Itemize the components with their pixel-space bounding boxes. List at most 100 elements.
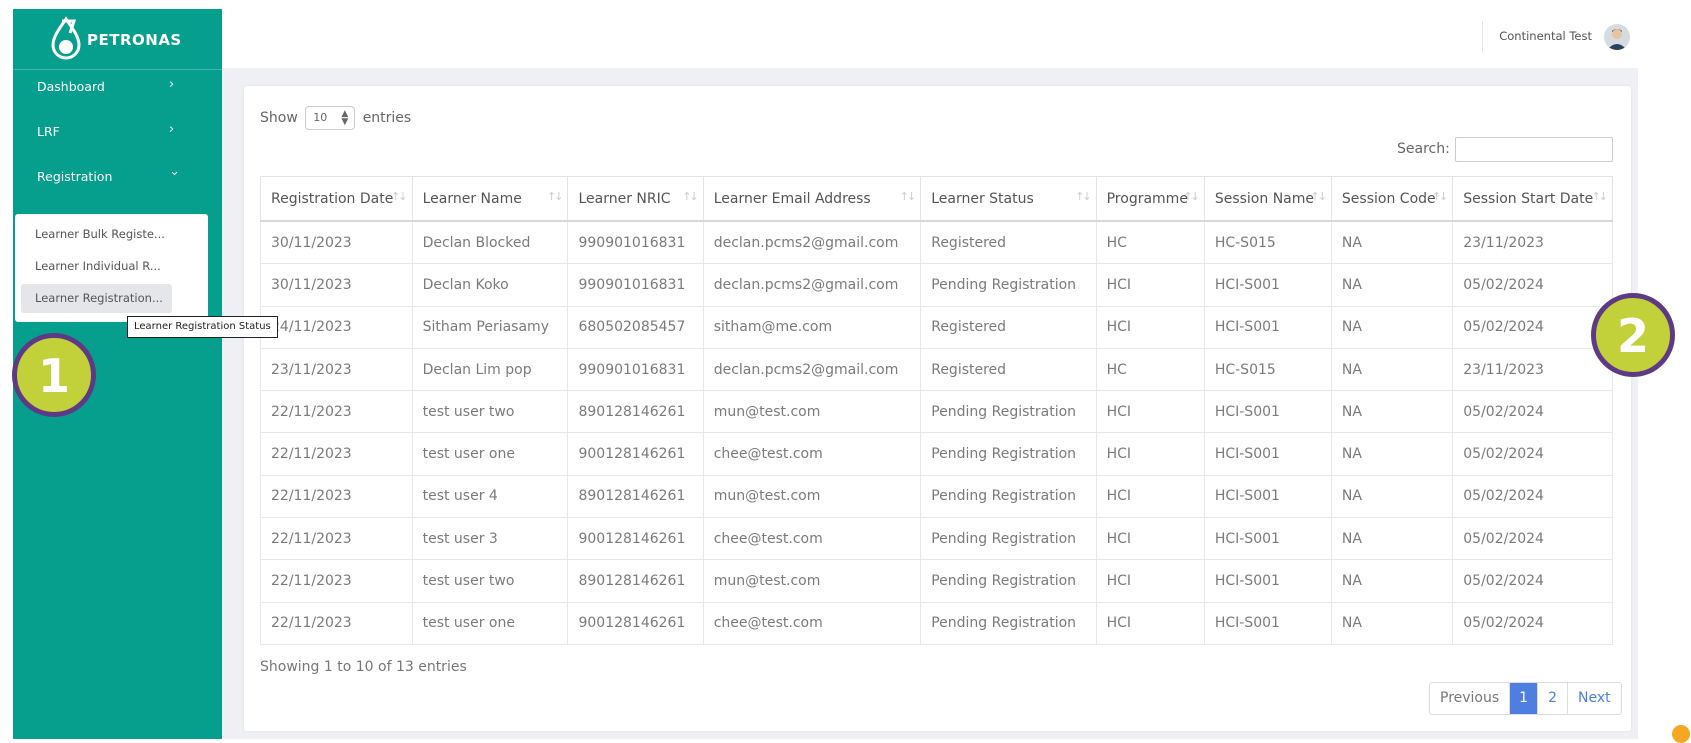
table-cell: HCI [1095,305,1205,349]
table-cell: 05/02/2024 [1452,390,1613,434]
avatar[interactable] [1604,24,1630,50]
table-cell: Pending Registration [920,601,1097,645]
table-cell: Pending Registration [920,559,1097,603]
top-bar: Continental Test [222,0,1638,68]
table-cell: sitham@me.com [702,305,922,349]
pagination: Previous 1 2 Next [1429,682,1622,715]
table-cell: 30/11/2023 [260,263,413,307]
submenu-item-learner-registration-status[interactable]: Learner Registration... [21,284,172,313]
brand-logo[interactable]: PETRONAS [13,9,222,70]
table-cell: 990901016831 [567,263,704,307]
entries-select[interactable]: 10 ▲ ▼ [305,106,356,130]
table-row: 22/11/2023 test user two 890128146261 mun@t… [260,559,1613,603]
sort-arrows-icon: ▲ ▼ [341,109,349,127]
help-widget-icon[interactable] [1672,725,1690,743]
registration-submenu: Learner Bulk Registe... Learner Individu… [15,214,208,322]
table-cell: Sitham Periasamy [411,305,569,349]
submenu-item-learner-bulk-registration[interactable]: Learner Bulk Registe... [21,220,172,249]
divider [1482,21,1483,53]
column-header-learner-name[interactable]: Learner Name ↑↓ [411,176,569,222]
table-cell: Pending Registration [920,432,1097,476]
table-cell: HCI [1095,601,1205,645]
user-avatar-icon [1607,29,1627,50]
sidebar-item-label: Registration [37,169,113,184]
chevron-down-icon: ⌄ [169,164,180,179]
table-cell: 890128146261 [567,559,704,603]
column-header-learner-email[interactable]: Learner Email Address ↑↓ [702,176,922,222]
column-header-session-name[interactable]: Session Name ↑↓ [1203,176,1332,222]
table-cell: Declan Blocked [411,220,569,265]
table-cell: HCI [1095,517,1205,561]
table-header-row: Registration Date ↑↓ Learner Name ↑↓ Learn… [260,176,1613,222]
table-cell: HCI-S001 [1203,474,1332,519]
table-cell: test user 4 [411,474,569,519]
step-badge-1: 1 [12,333,96,417]
table-cell: Registered [920,305,1097,349]
chevron-right-icon: › [169,122,175,137]
pagination-page-2-button[interactable]: 2 [1537,683,1567,714]
table-row: 22/11/2023 test user one 900128146261 chee@… [260,601,1613,645]
table-cell: chee@test.com [702,517,922,561]
table-cell: declan.pcms2@gmail.com [702,263,922,307]
table-info: Showing 1 to 10 of 13 entries [260,659,467,675]
table-cell: chee@test.com [702,432,922,476]
table-row: 30/11/2023 Declan Koko 990901016831 declan.… [260,263,1613,307]
table-cell: 890128146261 [567,390,704,434]
sort-icon: ↑↓ [547,190,564,203]
step-badge-2: 2 [1591,293,1675,377]
sort-icon: ↑↓ [1310,190,1327,203]
column-header-programme[interactable]: Programme ↑↓ [1095,176,1205,222]
table-cell: 22/11/2023 [260,390,413,434]
table-cell: NA [1330,263,1454,307]
table-cell: NA [1330,474,1454,519]
table-cell: HCI-S001 [1203,601,1332,645]
column-header-learner-status[interactable]: Learner Status ↑↓ [920,176,1097,222]
entries-select-value: 10 [313,111,328,124]
table-cell: HCI-S001 [1203,559,1332,603]
table-cell: HCI-S001 [1203,263,1332,307]
table-cell: NA [1330,347,1454,392]
table-cell: NA [1330,601,1454,645]
table-cell: chee@test.com [702,601,922,645]
sort-icon: ↑↓ [1075,190,1092,203]
sort-icon: ↑↓ [391,190,408,203]
sidebar-item-lrf[interactable]: LRF › [13,112,222,152]
column-header-registration-date[interactable]: Registration Date ↑↓ [260,176,413,222]
table-cell: 890128146261 [567,474,704,519]
column-header-label: Learner Status [931,190,1034,207]
table-cell: Pending Registration [920,517,1097,561]
table-row: 30/11/2023 Declan Blocked 990901016831 decl… [260,220,1613,265]
pagination-next-button[interactable]: Next [1567,683,1621,714]
sidebar-item-label: Dashboard [37,79,105,94]
table-row: 22/11/2023 test user 3 900128146261 chee@te… [260,517,1613,561]
table-cell: HC [1095,347,1205,392]
table-cell: Pending Registration [920,390,1097,434]
pagination-page-1-button[interactable]: 1 [1509,683,1538,714]
sidebar-item-dashboard[interactable]: Dashboard › [13,67,222,107]
show-label: Show [260,110,298,126]
sidebar-item-registration[interactable]: Registration ⌄ [13,157,222,197]
registration-table-card: Show 10 ▲ ▼ entries Search: Registration … [244,86,1631,731]
user-name[interactable]: Continental Test [1499,29,1592,43]
pagination-previous-button[interactable]: Previous [1430,683,1509,714]
sort-icon: ↑↓ [899,190,917,203]
column-header-label: Registration Date [271,190,394,207]
table-cell: HCI [1095,390,1205,434]
table-cell: mun@test.com [702,390,922,434]
table-cell: HCI-S001 [1203,305,1332,349]
column-header-session-start-date[interactable]: Session Start Date ↑↓ [1452,176,1613,222]
table-cell: Pending Registration [920,474,1097,519]
column-header-learner-nric[interactable]: Learner NRIC ↑↓ [567,176,704,222]
table-cell: NA [1330,220,1454,265]
column-header-session-code[interactable]: Session Code ↑↓ [1330,176,1454,222]
table-cell: Registered [920,347,1097,392]
submenu-item-learner-individual-registration[interactable]: Learner Individual R... [21,252,172,281]
table-cell: 900128146261 [567,601,704,645]
table-cell: 05/02/2024 [1452,474,1613,519]
table-cell: 900128146261 [567,432,704,476]
table-cell: HC-S015 [1203,220,1332,265]
column-header-label: Session Name [1214,190,1314,207]
search-input[interactable] [1455,137,1613,162]
table-cell: 05/02/2024 [1452,601,1613,645]
table-cell: 990901016831 [567,220,704,265]
